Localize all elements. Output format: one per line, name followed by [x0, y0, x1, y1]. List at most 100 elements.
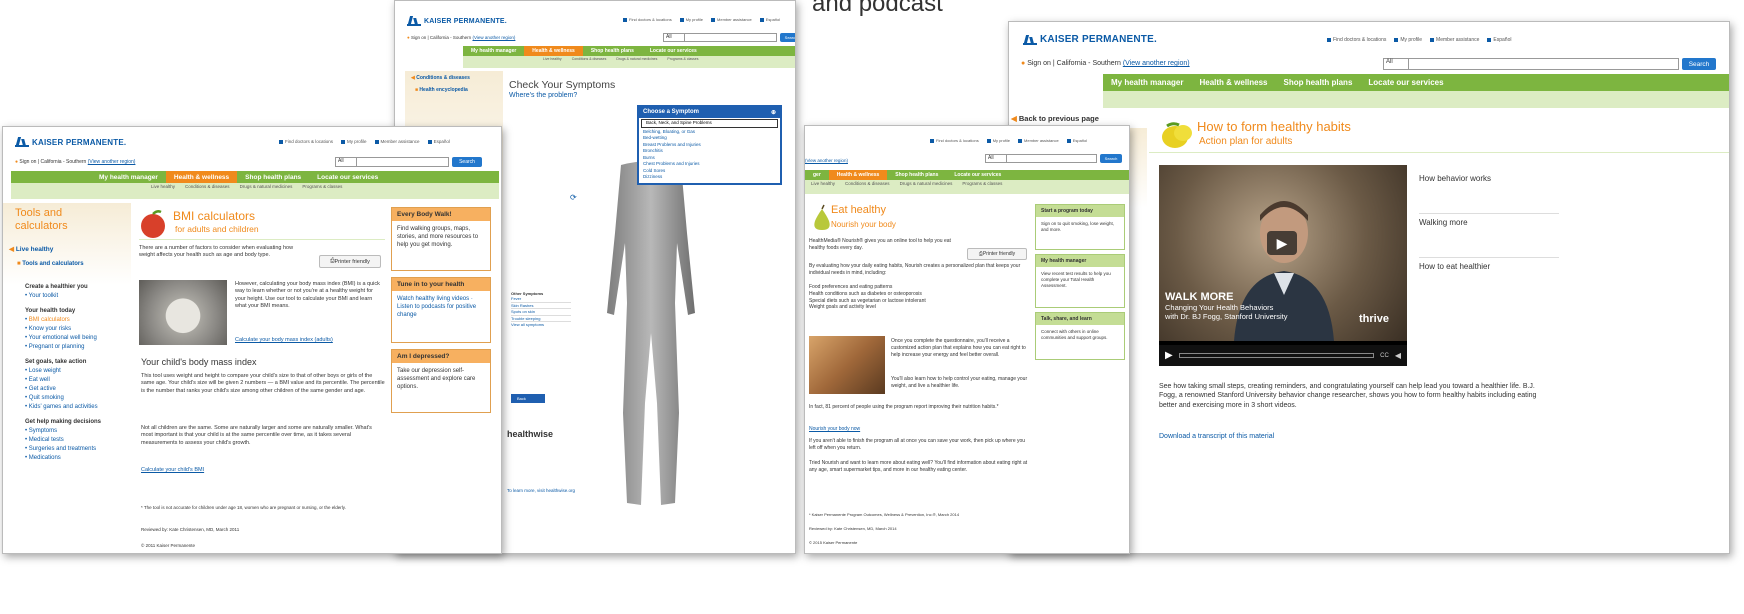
- calc-child-link[interactable]: Calculate your child's BMI: [141, 467, 204, 474]
- side-item[interactable]: Medications: [25, 454, 135, 463]
- cc-icon[interactable]: CC: [1380, 353, 1389, 359]
- kp-logo[interactable]: KAISER PERMANENTE.: [1023, 34, 1157, 45]
- kp-logo[interactable]: KAISER PERMANENTE.: [15, 137, 126, 147]
- sign-on-link[interactable]: Sign on: [1027, 60, 1051, 67]
- kp-logo[interactable]: KAISER PERMANENTE.: [407, 16, 507, 26]
- util-member[interactable]: Member assistance: [711, 17, 752, 22]
- search-button[interactable]: Search: [1682, 58, 1716, 70]
- nav-shop-plans[interactable]: Shop health plans: [887, 170, 946, 180]
- volume-icon[interactable]: ◀: [1395, 351, 1401, 360]
- printer-friendly-button[interactable]: ⎙ Printer friendly: [967, 248, 1027, 260]
- util-espanol[interactable]: Español: [1487, 37, 1511, 43]
- util-espanol[interactable]: Español: [1067, 138, 1087, 143]
- nav-locate[interactable]: Locate our services: [309, 171, 386, 183]
- nourish-link[interactable]: Nourish your body now: [809, 426, 860, 433]
- side-item[interactable]: Your emotional well being: [25, 334, 135, 343]
- promo-start-program[interactable]: Start a program today Sign on to quit sm…: [1035, 204, 1125, 250]
- search-input[interactable]: [1007, 154, 1097, 163]
- subnav-live[interactable]: Live healthy: [543, 57, 562, 68]
- util-member[interactable]: Member assistance: [375, 139, 420, 144]
- nav-locate[interactable]: Locate our services: [1360, 74, 1451, 91]
- subnav-conditions[interactable]: Conditions & diseases: [572, 57, 607, 68]
- subnav-drugs[interactable]: Drugs & natural medicines: [240, 184, 293, 199]
- rotate-figure-icon[interactable]: ⟳: [570, 193, 577, 202]
- subnav-programs[interactable]: Programs & classes: [302, 184, 342, 199]
- util-my-profile[interactable]: My profile: [1394, 37, 1422, 43]
- nav-shop-plans[interactable]: Shop health plans: [237, 171, 309, 183]
- side-back-live-healthy[interactable]: ◀ Live healthy: [9, 245, 53, 253]
- back-button[interactable]: Back: [511, 394, 545, 403]
- subnav-programs[interactable]: Programs & classes: [667, 57, 698, 68]
- side-item[interactable]: Surgeries and treatments: [25, 445, 135, 454]
- view-region-link[interactable]: (View another region): [472, 35, 515, 40]
- nav-shop-plans[interactable]: Shop health plans: [1276, 74, 1361, 91]
- util-find-doctors[interactable]: Find doctors & locations: [930, 138, 979, 143]
- util-find-doctors[interactable]: Find doctors & locations: [279, 139, 333, 144]
- side-item[interactable]: Quit smoking: [25, 394, 135, 403]
- promo-every-body-walk[interactable]: Every Body Walk! Find walking groups, ma…: [391, 207, 491, 271]
- promo-tune-in[interactable]: Tune in to your health Watch healthy liv…: [391, 277, 491, 343]
- subnav-conditions[interactable]: Conditions & diseases: [845, 181, 890, 194]
- chooser-close-icon[interactable]: ⊕: [771, 109, 776, 116]
- back-to-previous[interactable]: ◀ Back to previous page: [1011, 114, 1099, 123]
- view-region-link[interactable]: (View another region): [1123, 60, 1190, 67]
- nav-locate[interactable]: Locate our services: [642, 46, 705, 56]
- search-scope[interactable]: All: [663, 33, 685, 42]
- side-item[interactable]: Get active: [25, 385, 135, 394]
- play-button-icon[interactable]: ▶: [1267, 231, 1297, 255]
- side-link-encyclopedia[interactable]: ■ Health encyclopedia: [415, 87, 468, 93]
- nav-health-wellness[interactable]: Health & wellness: [1191, 74, 1275, 91]
- subnav-programs[interactable]: Programs & classes: [962, 181, 1002, 194]
- side-item[interactable]: Lose weight: [25, 367, 135, 376]
- side-link-conditions[interactable]: ◀ Conditions & diseases: [411, 75, 470, 81]
- util-find-doctors[interactable]: Find doctors & locations: [1327, 37, 1386, 43]
- download-transcript[interactable]: Download a transcript of this material: [1159, 432, 1274, 441]
- side-item[interactable]: Know your risks: [25, 325, 135, 334]
- nav-health-wellness[interactable]: Health & wellness: [165, 171, 238, 183]
- util-my-profile[interactable]: My profile: [987, 138, 1010, 143]
- promo-talk-share[interactable]: Talk, share, and learn Connect with othe…: [1035, 312, 1125, 360]
- sign-on-link[interactable]: Sign on: [19, 159, 36, 165]
- subnav-live[interactable]: Live healthy: [811, 181, 835, 194]
- learn-more[interactable]: To learn more, visit healthwise.org: [507, 488, 575, 494]
- video-player[interactable]: ▶ WALK MORE Changing Your Health Behavio…: [1159, 165, 1407, 366]
- side-item[interactable]: Medical tests: [25, 436, 135, 445]
- nav-health-manager[interactable]: My health manager: [91, 171, 166, 183]
- nav-shop-plans[interactable]: Shop health plans: [583, 46, 642, 56]
- view-region-link[interactable]: (View another region): [805, 158, 848, 163]
- playlist-item[interactable]: How to eat healthier: [1419, 258, 1559, 298]
- search-button[interactable]: Search: [452, 157, 482, 167]
- search-scope[interactable]: All: [335, 157, 357, 167]
- side-item[interactable]: Kids' games and activities: [25, 403, 135, 412]
- util-my-profile[interactable]: My profile: [680, 17, 703, 22]
- sign-on-link[interactable]: Sign on: [411, 35, 426, 40]
- promo-health-manager[interactable]: My health manager View recent test resul…: [1035, 254, 1125, 308]
- chooser-item[interactable]: Dizziness: [639, 174, 780, 181]
- side-item[interactable]: Eat well: [25, 376, 135, 385]
- subnav-drugs[interactable]: Drugs & natural medicines: [616, 57, 657, 68]
- other-item[interactable]: View all symptoms: [511, 322, 571, 327]
- playlist-item[interactable]: How behavior works: [1419, 170, 1559, 214]
- playlist-item[interactable]: Walking more: [1419, 214, 1559, 258]
- search-input[interactable]: [357, 157, 449, 167]
- util-espanol[interactable]: Español: [760, 17, 780, 22]
- nav-health-manager[interactable]: My health manager: [1103, 74, 1191, 91]
- side-item[interactable]: Symptoms: [25, 427, 135, 436]
- search-button[interactable]: Search: [780, 33, 795, 42]
- promo-depressed[interactable]: Am I depressed? Take our depression self…: [391, 349, 491, 413]
- search-scope[interactable]: All: [1383, 58, 1409, 70]
- util-espanol[interactable]: Español: [428, 139, 450, 144]
- nav-health-wellness[interactable]: Health & wellness: [524, 46, 583, 56]
- subnav-drugs[interactable]: Drugs & natural medicines: [900, 181, 953, 194]
- search-button[interactable]: Search: [1100, 154, 1122, 163]
- side-item[interactable]: Your toolkit: [25, 292, 135, 301]
- search-scope[interactable]: All: [985, 154, 1007, 163]
- nav-locate[interactable]: Locate our services: [946, 170, 1009, 180]
- calc-adult-link[interactable]: Calculate your body mass index (adults): [235, 337, 333, 344]
- util-member[interactable]: Member assistance: [1430, 37, 1479, 43]
- subnav-conditions[interactable]: Conditions & diseases: [185, 184, 230, 199]
- nav-health-manager[interactable]: My health manager: [463, 46, 524, 56]
- subnav-live[interactable]: Live healthy: [151, 184, 175, 199]
- printer-friendly-button[interactable]: ⎙ Printer friendly: [319, 255, 381, 268]
- progress-track[interactable]: [1178, 353, 1375, 358]
